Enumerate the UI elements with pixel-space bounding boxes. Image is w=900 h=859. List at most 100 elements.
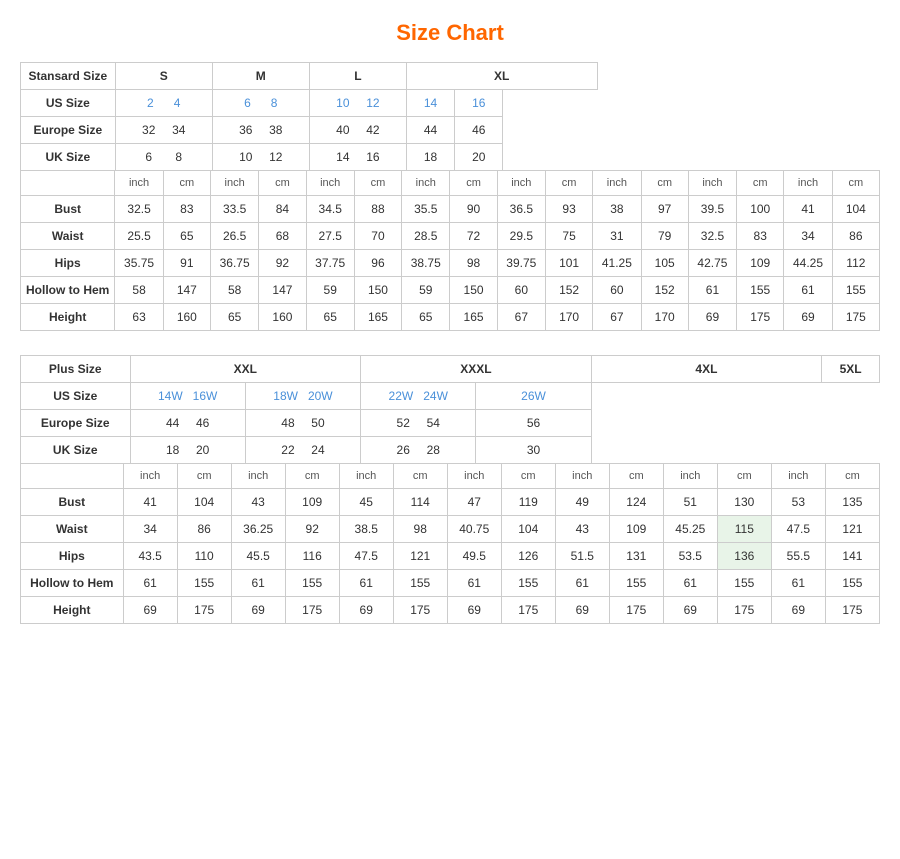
plus-us-22w-24w: 22W 24W [361,383,476,410]
standard-hollow-row: Hollow to Hem 58147 58147 59150 59150 60… [21,277,880,304]
plus-5xl-header: 5XL [822,356,880,383]
sh-inch5: inch [497,171,545,196]
standard-l-header: L [309,63,406,90]
plus-europe-label: Europe Size [21,410,131,437]
plus-header-row: Plus Size XXL XXXL 4XL 5XL [21,356,880,383]
plus-us-14w-16w: 14W 16W [130,383,245,410]
us-size-14: 14 [406,90,454,117]
psh-cm7: cm [825,464,879,489]
uk-14-16: 14 16 [309,144,406,171]
psh-cm1: cm [177,464,231,489]
sh-cm5: cm [546,171,593,196]
page-title: Size Chart [20,20,880,46]
plus-uk-22-24: 22 24 [245,437,360,464]
plus-table: Plus Size XXL XXXL 4XL 5XL US Size 14W 1… [20,355,880,464]
plus-height-row: Height 69175 69175 69175 69175 69175 691… [21,597,880,624]
uk-20: 20 [455,144,503,171]
standard-s-header: S [115,63,212,90]
uk-size-label: UK Size [21,144,116,171]
sh-inch7: inch [688,171,736,196]
plus-europe-row: Europe Size 44 46 48 50 52 54 56 [21,410,880,437]
sh-cm6: cm [641,171,688,196]
standard-subheader-row: inch cm inch cm inch cm inch cm inch cm … [21,171,880,196]
plus-europe-52-54: 52 54 [361,410,476,437]
standard-height-row: Height 63160 65160 65165 65165 67170 671… [21,304,880,331]
plus-europe-48-50: 48 50 [245,410,360,437]
plus-us-26w: 26W [476,383,591,410]
europe-40-42: 40 42 [309,117,406,144]
plus-measurements-table: inch cm inch cm inch cm inch cm inch cm … [20,463,880,624]
psh-inch4: inch [447,464,501,489]
standard-waist-row: Waist 25.565 26.568 27.570 28.572 29.575… [21,223,880,250]
sh-cm3: cm [354,171,401,196]
standard-header-row: Stansard Size S M L XL [21,63,880,90]
psh-cm6: cm [717,464,771,489]
standard-size-chart: Stansard Size S M L XL US Size 2 4 6 8 1… [20,62,880,331]
plus-4xl-header: 4XL [591,356,822,383]
psh-inch2: inch [231,464,285,489]
standard-hips-row: Hips 35.7591 36.7592 37.7596 38.7598 39.… [21,250,880,277]
standard-bust-row: Bust 32.583 33.584 34.588 35.590 36.593 … [21,196,880,223]
sh-cm1: cm [163,171,210,196]
sh-inch8: inch [784,171,832,196]
plus-us-row: US Size 14W 16W 18W 20W 22W 24W 26W [21,383,880,410]
sh-inch3: inch [306,171,354,196]
us-size-6-8: 6 8 [212,90,309,117]
us-size-label: US Size [21,90,116,117]
standard-uk-row: UK Size 6 8 10 12 14 16 18 20 [21,144,880,171]
plus-uk-row: UK Size 18 20 22 24 26 28 30 [21,437,880,464]
sh-inch4: inch [402,171,450,196]
psh-inch6: inch [663,464,717,489]
sh-inch2: inch [210,171,258,196]
plus-uk-30: 30 [476,437,591,464]
standard-size-label: Stansard Size [21,63,116,90]
plus-xxxl-header: XXXL [361,356,592,383]
standard-m-header: M [212,63,309,90]
plus-xxl-header: XXL [130,356,361,383]
psh-inch7: inch [771,464,825,489]
europe-32-34: 32 34 [115,117,212,144]
europe-36-38: 36 38 [212,117,309,144]
plus-hollow-row: Hollow to Hem 61155 61155 61155 61155 61… [21,570,880,597]
uk-10-12: 10 12 [212,144,309,171]
plus-uk-label: UK Size [21,437,131,464]
plus-size-chart: Plus Size XXL XXXL 4XL 5XL US Size 14W 1… [20,355,880,624]
uk-6-8: 6 8 [115,144,212,171]
psh-inch5: inch [555,464,609,489]
plus-size-label: Plus Size [21,356,131,383]
plus-waist-row: Waist 3486 36.2592 38.598 40.75104 43109… [21,516,880,543]
standard-table: Stansard Size S M L XL US Size 2 4 6 8 1… [20,62,880,171]
plus-us-size-label: US Size [21,383,131,410]
plus-uk-18-20: 18 20 [130,437,245,464]
plus-uk-26-28: 26 28 [361,437,476,464]
us-size-2-4: 2 4 [115,90,212,117]
sh-cm7: cm [737,171,784,196]
standard-us-row: US Size 2 4 6 8 10 12 14 16 [21,90,880,117]
standard-xl-header: XL [406,63,597,90]
plus-europe-56: 56 [476,410,591,437]
europe-size-label: Europe Size [21,117,116,144]
standard-measurements-table: inch cm inch cm inch cm inch cm inch cm … [20,170,880,331]
plus-hips-row: Hips 43.5110 45.5116 47.5121 49.5126 51.… [21,543,880,570]
sh-inch6: inch [593,171,641,196]
psh-inch1: inch [123,464,177,489]
sh-cm8: cm [832,171,879,196]
us-size-10-12: 10 12 [309,90,406,117]
plus-bust-row: Bust 41104 43109 45114 47119 49124 51130… [21,489,880,516]
europe-44: 44 [406,117,454,144]
psh-cm5: cm [609,464,663,489]
psh-cm4: cm [501,464,555,489]
psh-inch3: inch [339,464,393,489]
sh-cm2: cm [259,171,306,196]
plus-europe-44-46: 44 46 [130,410,245,437]
standard-europe-row: Europe Size 32 34 36 38 40 42 44 46 [21,117,880,144]
sh-inch1: inch [115,171,163,196]
psh-cm3: cm [393,464,447,489]
us-size-16: 16 [455,90,503,117]
plus-us-18w-20w: 18W 20W [245,383,360,410]
sh-cm4: cm [450,171,497,196]
europe-46: 46 [455,117,503,144]
psh-cm2: cm [285,464,339,489]
plus-subheader-row: inch cm inch cm inch cm inch cm inch cm … [21,464,880,489]
uk-18: 18 [406,144,454,171]
